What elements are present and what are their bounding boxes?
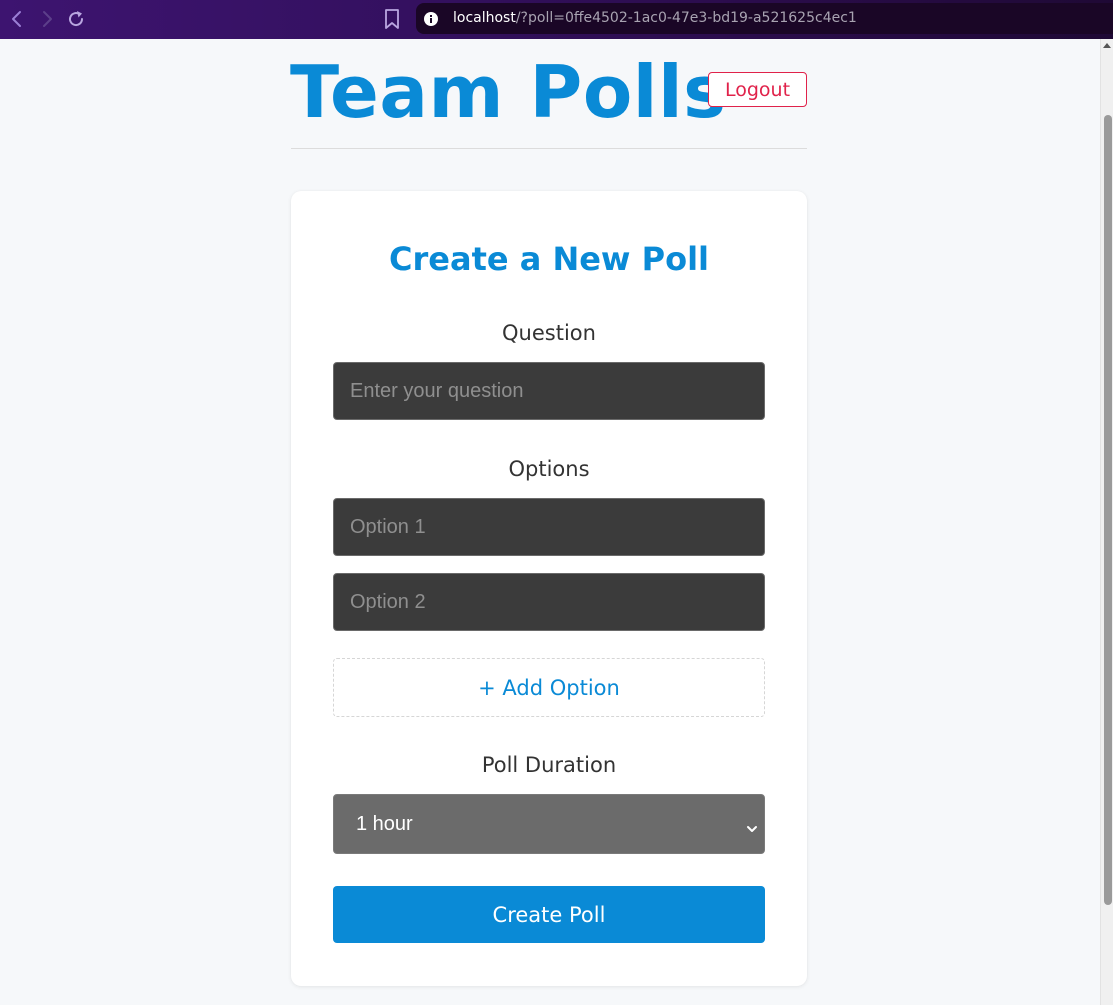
- add-option-button[interactable]: + Add Option: [333, 658, 765, 717]
- header-divider: [291, 148, 807, 149]
- info-icon[interactable]: [424, 11, 438, 26]
- duration-select[interactable]: 1 hour: [333, 794, 765, 854]
- reload-icon[interactable]: [65, 8, 87, 30]
- form-heading: Create a New Poll: [389, 240, 709, 278]
- duration-label: Poll Duration: [481, 753, 617, 777]
- browser-toolbar: localhost/?poll=0ffe4502-1ac0-47e3-bd19-…: [0, 0, 1113, 39]
- forward-icon[interactable]: [36, 8, 58, 30]
- scroll-up-arrow-icon[interactable]: [1103, 43, 1111, 48]
- options-label: Options: [508, 457, 590, 481]
- scrollbar-thumb[interactable]: [1104, 115, 1112, 905]
- bookmark-icon[interactable]: [381, 7, 403, 31]
- question-input[interactable]: [333, 362, 765, 420]
- option-1-input[interactable]: [333, 498, 765, 556]
- url-text: localhost/?poll=0ffe4502-1ac0-47e3-bd19-…: [453, 10, 857, 26]
- back-icon[interactable]: [6, 8, 28, 30]
- page-title: Team Polls: [290, 50, 727, 134]
- logout-button[interactable]: Logout: [708, 72, 807, 107]
- create-poll-button[interactable]: Create Poll: [333, 886, 765, 943]
- question-label: Question: [502, 321, 596, 345]
- duration-selected-value: 1 hour: [356, 812, 413, 835]
- scrollbar[interactable]: [1100, 39, 1113, 1005]
- address-bar[interactable]: localhost/?poll=0ffe4502-1ac0-47e3-bd19-…: [416, 3, 1113, 34]
- url-host: localhost: [453, 10, 516, 26]
- url-path: /?poll=0ffe4502-1ac0-47e3-bd19-a521625c4…: [515, 10, 857, 26]
- chevron-down-icon: [746, 818, 758, 832]
- option-2-input[interactable]: [333, 573, 765, 631]
